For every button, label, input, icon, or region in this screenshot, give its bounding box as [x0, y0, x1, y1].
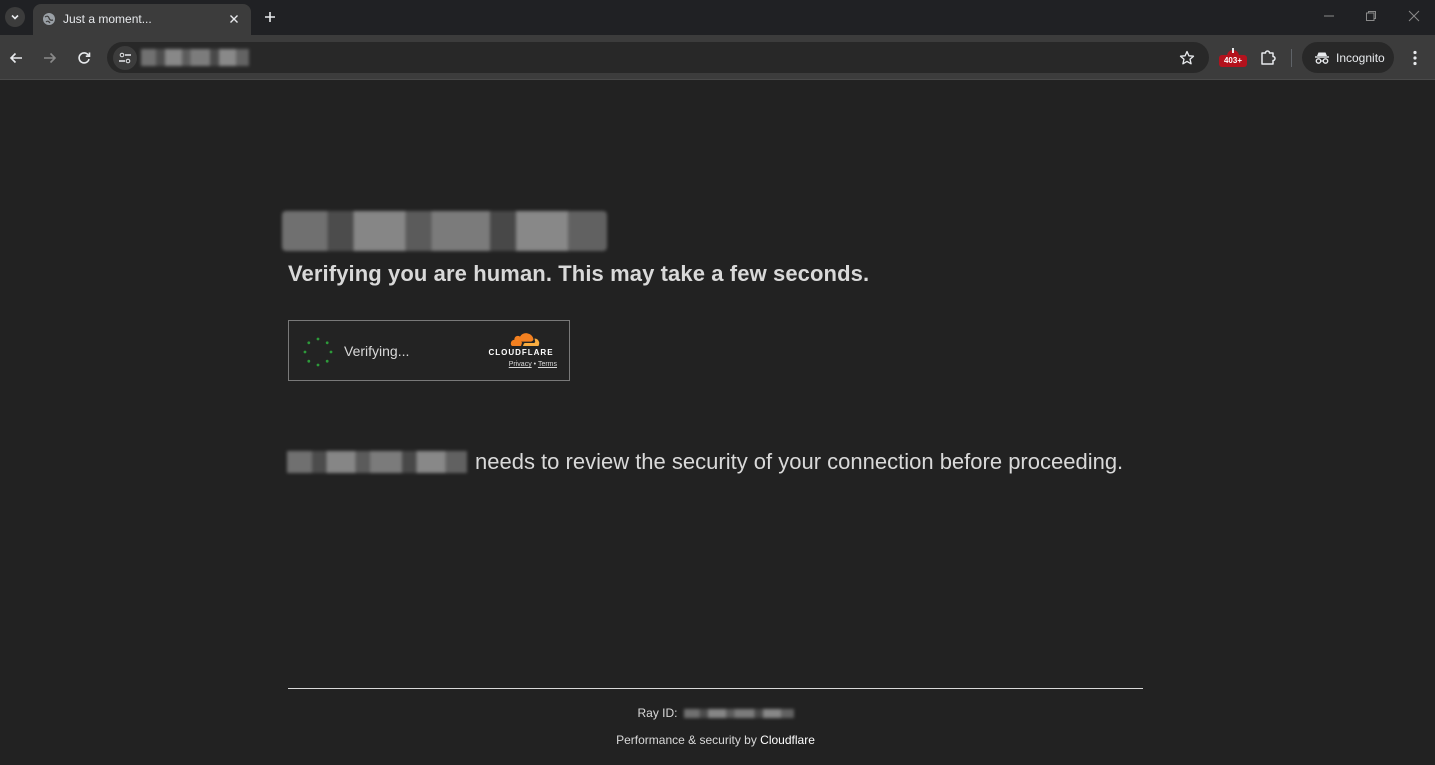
incognito-profile-button[interactable]: Incognito: [1302, 42, 1394, 73]
star-icon: [1179, 50, 1195, 65]
cloudflare-wordmark: CLOUDFLARE: [488, 348, 554, 357]
globe-icon: [43, 13, 55, 25]
page-heading: Verifying you are human. This may take a…: [288, 261, 870, 286]
extension-badge: 403+: [1219, 55, 1247, 67]
tab-active[interactable]: Just a moment...: [33, 4, 251, 35]
ray-id: Ray ID:: [0, 706, 1431, 720]
address-url-redacted[interactable]: [141, 49, 249, 66]
incognito-label: Incognito: [1336, 50, 1385, 65]
turnstile-widget[interactable]: Verifying... CLOUDFLARE Privacy • Terms: [288, 320, 570, 381]
extension-button[interactable]: 403+: [1219, 47, 1247, 71]
footer-brand-link[interactable]: Cloudflare: [760, 733, 815, 747]
new-tab-button[interactable]: [261, 8, 279, 26]
incognito-icon: [1315, 52, 1329, 64]
ray-id-label: Ray ID:: [637, 706, 678, 720]
minimize-icon: [1324, 15, 1334, 17]
restore-icon: [1366, 11, 1376, 21]
browser-window: Just a moment... 403+ Incognito Verifyin…: [0, 0, 1435, 765]
site-domain-redacted: [287, 451, 467, 473]
back-button[interactable]: [5, 47, 27, 69]
back-arrow-icon: [9, 52, 22, 64]
privacy-link[interactable]: Privacy: [509, 361, 532, 368]
minimize-button[interactable]: [1317, 6, 1341, 26]
tab-title: Just a moment...: [63, 12, 152, 26]
extensions-menu-button[interactable]: [1257, 46, 1279, 68]
toolbar-divider: [1291, 49, 1292, 67]
close-window-button[interactable]: [1402, 6, 1426, 26]
ray-id-value-redacted: [683, 708, 794, 718]
forward-button[interactable]: [39, 47, 61, 69]
tab-close-button[interactable]: [225, 10, 243, 28]
bookmark-button[interactable]: [1177, 48, 1197, 68]
site-info-button[interactable]: [113, 46, 137, 70]
spinner-icon: [303, 337, 333, 367]
kebab-menu-icon: [1413, 50, 1417, 66]
chevron-down-icon: [11, 14, 19, 20]
restore-button[interactable]: [1359, 6, 1383, 26]
close-icon: [1408, 10, 1420, 22]
toolbar: 403+ Incognito: [0, 35, 1435, 80]
plus-icon: [265, 12, 275, 22]
link-separator: •: [533, 361, 537, 368]
page-content: Verifying you are human. This may take a…: [0, 81, 1435, 765]
puzzle-icon: [1261, 50, 1276, 65]
footer-prefix: Performance & security by: [616, 733, 757, 747]
site-name-redacted: [282, 211, 607, 251]
forward-arrow-icon: [44, 52, 57, 64]
close-icon: [230, 15, 238, 23]
site-info-icon: [119, 52, 131, 64]
reload-icon: [78, 52, 91, 64]
verifying-status: Verifying...: [344, 343, 410, 359]
review-message: needs to review the security of your con…: [287, 447, 1123, 477]
review-text: needs to review the security of your con…: [475, 449, 1124, 474]
tab-strip: Just a moment...: [0, 0, 1435, 35]
widget-links: Privacy • Terms: [485, 361, 557, 368]
address-bar[interactable]: [107, 42, 1209, 73]
browser-menu-button[interactable]: [1405, 47, 1425, 69]
footer-credit: Performance & security by Cloudflare: [0, 733, 1431, 747]
tab-search-button[interactable]: [5, 7, 25, 27]
terms-link[interactable]: Terms: [538, 361, 557, 368]
reload-button[interactable]: [73, 47, 95, 69]
footer-divider: [288, 688, 1143, 689]
